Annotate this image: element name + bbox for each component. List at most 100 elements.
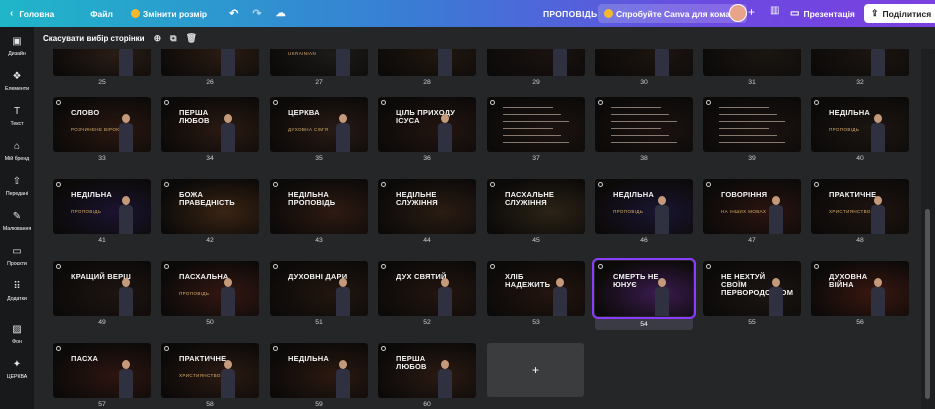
slide-thumbnail[interactable]: НЕДІЛЬНА ПРОПОВІДЬ <box>811 97 909 152</box>
church-logo-icon <box>56 182 61 187</box>
speaker-photo <box>221 360 235 398</box>
slide-thumbnail[interactable] <box>703 97 801 152</box>
church-logo-icon <box>814 182 819 187</box>
slide-number: 40 <box>856 155 864 162</box>
duplicate-icon[interactable]: ⧉ <box>170 33 176 44</box>
avatar[interactable] <box>729 4 747 22</box>
slide-number: 37 <box>532 155 540 162</box>
schedule-line <box>503 107 553 109</box>
sidebar-item-6[interactable]: ▭ Проєкти <box>0 245 34 268</box>
home-button[interactable]: ‹ Головна <box>0 0 61 27</box>
sidebar-item-9[interactable]: ✦ ЦЕРКВА <box>0 358 34 381</box>
slide-thumbnail[interactable] <box>53 49 151 76</box>
slide-thumbnail[interactable] <box>595 49 693 76</box>
slide-thumbnail[interactable] <box>595 97 693 152</box>
add-page-icon[interactable]: ⊕ <box>154 33 162 44</box>
sidebar-item-7[interactable]: ⠿ Додатки <box>0 280 34 303</box>
speaker-photo <box>221 49 235 76</box>
church-logo-icon <box>598 182 603 187</box>
slide-thumbnail[interactable]: перша ЛЮБОВ <box>378 343 476 398</box>
slide-thumbnail[interactable]: НЕДІЛЬНА ПРОПОВІДЬ <box>53 179 151 234</box>
try-canva-teams-button[interactable]: Спробуйте Canva для команд <box>598 4 747 23</box>
speaker-body <box>871 123 885 152</box>
slide-thumbnail[interactable]: ПАСХА <box>53 343 151 398</box>
redo-button[interactable]: ↷ <box>245 0 268 27</box>
slide-number: 25 <box>98 79 106 86</box>
slide-thumbnail[interactable]: НЕ НЕХТУЙ СВОЇМ ПЕРВОРОДСТВОМ <box>703 261 801 316</box>
speaker-photo <box>119 49 133 76</box>
slide-thumbnail[interactable]: ЦІЛЬ ПРИХОДУ ІСУСА <box>378 97 476 152</box>
share-button[interactable]: ⇪ Поділитися <box>864 4 935 23</box>
undo-icon: ↶ <box>229 8 239 20</box>
slide-thumbnail[interactable]: НЕДІЛЬНЕ СЛУЖІННЯ <box>378 179 476 234</box>
slide-thumbnail[interactable] <box>487 97 585 152</box>
schedule-line <box>503 121 569 123</box>
crown-icon <box>130 9 140 18</box>
scrollbar[interactable] <box>921 49 935 409</box>
speaker-body <box>769 205 783 234</box>
insights-button[interactable]: ▥ <box>770 5 779 16</box>
speaker-body <box>553 49 567 76</box>
presentation-button[interactable]: ▭ Презентація <box>790 4 855 23</box>
slide-thumbnail[interactable]: ПРАКТИЧНЕ ХРИСТИЯНСТВО <box>811 179 909 234</box>
slide-thumbnail[interactable] <box>487 49 585 76</box>
speaker-photo <box>553 278 567 316</box>
speaker-photo <box>871 278 885 316</box>
add-collaborator-button[interactable]: + <box>748 5 755 19</box>
file-menu[interactable]: Файл <box>83 0 120 27</box>
cloud-save-button[interactable]: ☁ <box>269 0 293 27</box>
slide-thumbnail[interactable]: перша ЛЮБОВ <box>161 97 259 152</box>
schedule-line <box>719 128 769 130</box>
resize-button[interactable]: Змінити розмір <box>124 0 214 27</box>
sidebar-item-2[interactable]: T Текст <box>0 105 34 128</box>
church-logo-icon <box>381 182 386 187</box>
slide-thumbnail[interactable]: ПРАКТИЧНЕ ХРИСТИЯНСТВО <box>161 343 259 398</box>
slide-thumbnail[interactable]: ПАСХАЛЬНА ПРОПОВІДЬ <box>161 261 259 316</box>
share-icon: ⇪ <box>871 8 879 18</box>
slide-thumbnail[interactable]: ДУХ СВЯТИЙ <box>378 261 476 316</box>
slide-thumbnail[interactable]: ЦЕРКВА ДУХОВНА СІМ'Я <box>270 97 368 152</box>
sidebar-item-8[interactable]: ▨ Фон <box>0 323 34 346</box>
scrollbar-thumb[interactable] <box>925 209 930 399</box>
slide-thumbnail[interactable]: СМЕРТЬ НЕ ЮНУЄ <box>592 258 696 319</box>
speaker-photo <box>871 196 885 234</box>
slide-number: 31 <box>748 79 756 86</box>
slide-thumbnail[interactable]: ДУХОВНА ВІЙНА <box>811 261 909 316</box>
sidebar-item-5[interactable]: ✎ Малювання <box>0 210 34 233</box>
slide-thumbnail[interactable] <box>161 49 259 76</box>
slide-number: 27 <box>315 79 323 86</box>
home-label: Головна <box>19 8 55 19</box>
background-icon: ▨ <box>12 323 22 335</box>
brand-icon: ⌂ <box>13 140 21 152</box>
slide-thumbnail[interactable]: ВІРОЮ <box>703 49 801 76</box>
slide-thumbnail[interactable]: ХЛІБ НАДЕЖИТЬ <box>487 261 585 316</box>
slide-thumbnail[interactable]: НЕДІЛЬНА ПРОПОВІДЬ <box>270 179 368 234</box>
slide-thumbnail[interactable]: ДУХОВНІ ДАРИ <box>270 261 368 316</box>
slide-thumbnail[interactable]: БОЖА ПРАВЕДНІСТЬ <box>161 179 259 234</box>
slide-thumbnail[interactable]: UKRAINIAN <box>270 49 368 76</box>
church-logo-icon <box>490 100 495 105</box>
speaker-body <box>655 49 669 76</box>
speaker-body <box>119 123 133 152</box>
slide-thumbnail[interactable]: СЛОВО РОЗЧИНЕНЕ ВІРОЮ <box>53 97 151 152</box>
sidebar-item-0[interactable]: ▣ Дизайн <box>0 35 34 58</box>
slide-thumbnail[interactable]: КРАЩИЙ ВЕРШ <box>53 261 151 316</box>
slide-thumbnail[interactable]: ЛЮБОВ <box>378 49 476 76</box>
schedule-line <box>503 114 561 116</box>
cancel-selection-button[interactable]: Скасувати вибір сторінки <box>43 34 145 43</box>
undo-button[interactable]: ↶ <box>222 0 245 27</box>
sidebar-item-3[interactable]: ⌂ Мій бренд <box>0 140 34 163</box>
slide-thumbnail[interactable]: НЕДІЛЬНА <box>270 343 368 398</box>
slide-thumbnail[interactable]: НЕДІЛЬНА ПРОПОВІДЬ <box>595 179 693 234</box>
design-title[interactable]: ПРОПОВІДЬ <box>543 0 597 27</box>
sidebar-item-label: Елементи <box>5 86 29 92</box>
slide-thumbnail[interactable]: ВІРОЮ <box>811 49 909 76</box>
slide-thumbnail[interactable]: ГОВОРІННЯ НА ІНШИХ МОВАХ <box>703 179 801 234</box>
trash-icon[interactable]: 🗑 <box>186 33 197 44</box>
plus-icon: + <box>748 5 756 19</box>
sidebar-item-4[interactable]: ⇧ Передані <box>0 175 34 198</box>
slide-number: 43 <box>315 237 323 244</box>
slide-thumbnail[interactable]: ПАСХАЛЬНЕ СЛУЖІННЯ <box>487 179 585 234</box>
sidebar-item-1[interactable]: ❖ Елементи <box>0 70 34 93</box>
add-slide-button[interactable]: + <box>487 343 584 397</box>
